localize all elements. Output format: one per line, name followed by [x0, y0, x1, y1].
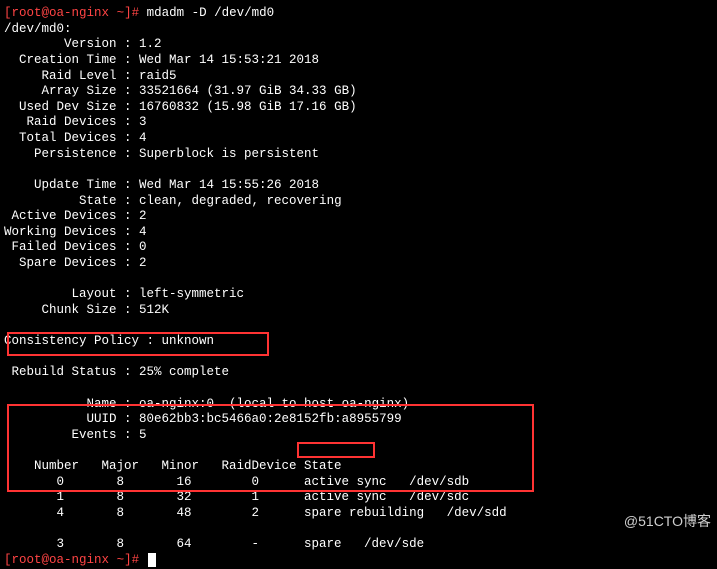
device-path: /dev/md0:	[4, 22, 713, 38]
prompt-at: @	[42, 553, 50, 567]
prompt-host: oa-nginx	[49, 553, 109, 567]
field-uuid: UUID : 80e62bb3:bc5466a0:2e8152fb:a89557…	[4, 412, 713, 428]
field-raid-devices: Raid Devices : 3	[4, 115, 713, 131]
prompt-path: ~	[109, 553, 124, 567]
field-layout: Layout : left-symmetric	[4, 287, 713, 303]
table-row: 4 8 48 2 spare rebuilding /dev/sdd	[4, 506, 713, 522]
field-total-devices: Total Devices : 4	[4, 131, 713, 147]
field-raid-level: Raid Level : raid5	[4, 69, 713, 85]
blank-line	[4, 162, 713, 178]
terminal-output: [root@oa-nginx ~]# mdadm -D /dev/md0 /de…	[4, 6, 713, 569]
field-active-devices: Active Devices : 2	[4, 209, 713, 225]
command-text	[139, 553, 147, 567]
field-persistence: Persistence : Superblock is persistent	[4, 147, 713, 163]
prompt-line-2[interactable]: [root@oa-nginx ~]#	[4, 553, 713, 569]
field-working-devices: Working Devices : 4	[4, 225, 713, 241]
field-chunk-size: Chunk Size : 512K	[4, 303, 713, 319]
field-events: Events : 5	[4, 428, 713, 444]
bracket-open: [	[4, 6, 12, 20]
field-spare-devices: Spare Devices : 2	[4, 256, 713, 272]
prompt-user: root	[12, 553, 42, 567]
field-array-size: Array Size : 33521664 (31.97 GiB 34.33 G…	[4, 84, 713, 100]
field-rebuild-status: Rebuild Status : 25% complete	[4, 365, 713, 381]
field-update-time: Update Time : Wed Mar 14 15:55:26 2018	[4, 178, 713, 194]
device-table-header: Number Major Minor RaidDevice State	[4, 459, 713, 475]
field-failed-devices: Failed Devices : 0	[4, 240, 713, 256]
field-state: State : clean, degraded, recovering	[4, 194, 713, 210]
field-used-dev-size: Used Dev Size : 16760832 (15.98 GiB 17.1…	[4, 100, 713, 116]
field-name: Name : oa-nginx:0 (local to host oa-ngin…	[4, 397, 713, 413]
table-row: 1 8 32 1 active sync /dev/sdc	[4, 490, 713, 506]
blank-line	[4, 272, 713, 288]
blank-line	[4, 319, 713, 335]
prompt-host: oa-nginx	[49, 6, 109, 20]
prompt-at: @	[42, 6, 50, 20]
prompt-line-1: [root@oa-nginx ~]# mdadm -D /dev/md0	[4, 6, 713, 22]
table-row: 0 8 16 0 active sync /dev/sdb	[4, 475, 713, 491]
command-text: mdadm -D /dev/md0	[139, 6, 274, 20]
table-row-spare: 3 8 64 - spare /dev/sde	[4, 537, 713, 553]
field-version: Version : 1.2	[4, 37, 713, 53]
cursor-icon	[148, 553, 156, 567]
bracket-close: ]#	[124, 553, 139, 567]
prompt-user: root	[12, 6, 42, 20]
blank-line	[4, 444, 713, 460]
bracket-open: [	[4, 553, 12, 567]
field-consistency-policy: Consistency Policy : unknown	[4, 334, 713, 350]
blank-line	[4, 350, 713, 366]
bracket-close: ]#	[124, 6, 139, 20]
watermark: @51CTO博客	[624, 513, 711, 531]
field-creation-time: Creation Time : Wed Mar 14 15:53:21 2018	[4, 53, 713, 69]
blank-line	[4, 522, 713, 538]
blank-line	[4, 381, 713, 397]
prompt-path: ~	[109, 6, 124, 20]
